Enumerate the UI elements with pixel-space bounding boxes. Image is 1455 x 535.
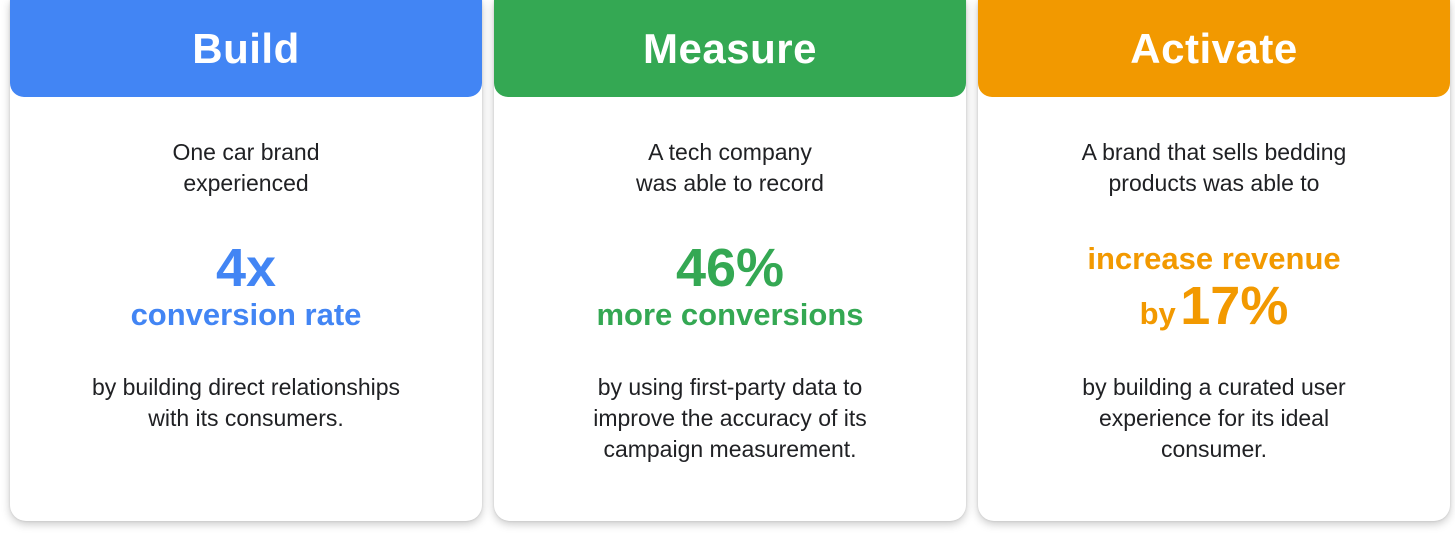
activate-outro: by building a curated user experience fo… xyxy=(998,372,1430,465)
activate-stat-label: increase revenue xyxy=(1087,241,1341,276)
activate-card: Activate A brand that sells bedding prod… xyxy=(978,0,1450,521)
build-header: Build xyxy=(10,0,482,97)
activate-intro-line1: A brand that sells bedding xyxy=(1081,139,1347,165)
measure-intro: A tech company was able to record xyxy=(494,137,966,199)
build-card: Build One car brand experienced 4x conve… xyxy=(10,0,482,521)
measure-intro-line2: was able to record xyxy=(636,170,824,196)
measure-stat: 46% more conversions xyxy=(494,240,966,334)
activate-outro-line3: consumer. xyxy=(1160,436,1268,462)
activate-intro: A brand that sells bedding products was … xyxy=(978,137,1450,199)
build-title: Build xyxy=(192,24,300,72)
build-stat-label: conversion rate xyxy=(130,297,362,332)
activate-stat-line2: by 17% xyxy=(978,278,1450,348)
measure-outro-line3: campaign measurement. xyxy=(603,436,857,462)
activate-stat-value: 17% xyxy=(1180,276,1289,336)
build-stat: 4x conversion rate xyxy=(10,240,482,334)
measure-outro: by using first-party data to improve the… xyxy=(514,372,946,465)
measure-header: Measure xyxy=(494,0,966,97)
measure-outro-line2: improve the accuracy of its xyxy=(593,405,867,431)
activate-stat: increase revenue by 17% xyxy=(978,240,1450,348)
activate-stat-by: by xyxy=(1139,296,1176,331)
measure-outro-line1: by using first-party data to xyxy=(597,374,863,400)
activate-header: Activate xyxy=(978,0,1450,97)
build-intro-line1: One car brand xyxy=(172,139,320,165)
activate-outro-line2: experience for its ideal xyxy=(1098,405,1330,431)
build-outro-line2: with its consumers. xyxy=(148,405,344,431)
build-stat-value: 4x xyxy=(215,238,277,298)
measure-card: Measure A tech company was able to recor… xyxy=(494,0,966,521)
build-intro: One car brand experienced xyxy=(10,137,482,199)
activate-title: Activate xyxy=(1130,24,1298,72)
activate-intro-line2: products was able to xyxy=(1108,170,1320,196)
cards-row: Build One car brand experienced 4x conve… xyxy=(0,0,1455,535)
measure-stat-label: more conversions xyxy=(596,297,864,332)
build-outro-line1: by building direct relationships xyxy=(91,374,401,400)
measure-intro-line1: A tech company xyxy=(648,139,812,165)
measure-title: Measure xyxy=(643,24,817,72)
build-outro: by building direct relationships with it… xyxy=(30,372,462,434)
activate-outro-line1: by building a curated user xyxy=(1082,374,1346,400)
measure-stat-value: 46% xyxy=(675,238,785,298)
build-intro-line2: experienced xyxy=(183,170,309,196)
